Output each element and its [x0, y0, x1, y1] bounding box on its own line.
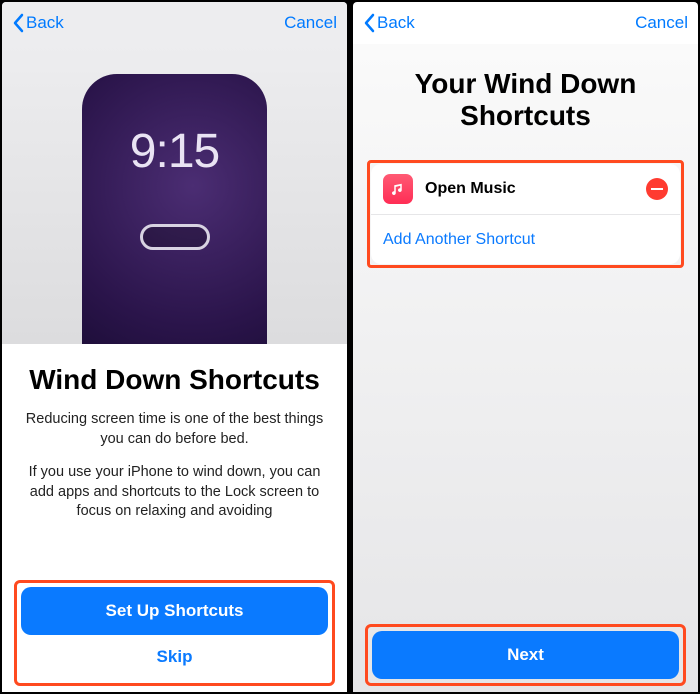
cancel-button[interactable]: Cancel	[635, 13, 688, 33]
lockscreen-illustration: 9:15	[82, 74, 267, 344]
navbar: Back Cancel	[353, 2, 698, 44]
music-app-icon	[383, 174, 413, 204]
back-label: Back	[377, 13, 415, 33]
navbar: Back Cancel	[2, 2, 347, 44]
screen-your-shortcuts: Back Cancel Your Wind Down Shortcuts Ope…	[353, 2, 698, 692]
chevron-left-icon	[363, 13, 375, 33]
lockscreen-clock: 9:15	[82, 124, 267, 179]
back-button[interactable]: Back	[12, 13, 64, 33]
back-label: Back	[26, 13, 64, 33]
add-another-link: Add Another Shortcut	[383, 231, 535, 249]
next-button[interactable]: Next	[372, 631, 679, 679]
content-area: Your Wind Down Shortcuts Open Music Add …	[353, 44, 698, 692]
setup-shortcuts-button[interactable]: Set Up Shortcuts	[21, 587, 328, 635]
footer-actions: Set Up Shortcuts Skip	[14, 580, 335, 686]
add-shortcut-row[interactable]: Add Another Shortcut	[371, 214, 680, 264]
skip-button[interactable]: Skip	[21, 635, 328, 679]
lockscreen-pill-icon	[140, 224, 210, 250]
description-2: If you use your iPhone to wind down, you…	[20, 463, 329, 522]
footer-actions: Next	[365, 624, 686, 686]
page-title: Your Wind Down Shortcuts	[367, 68, 684, 132]
remove-shortcut-button[interactable]	[646, 178, 668, 200]
chevron-left-icon	[12, 13, 24, 33]
cancel-button[interactable]: Cancel	[284, 13, 337, 33]
hero-illustration: 9:15	[2, 44, 347, 344]
shortcut-label: Open Music	[425, 180, 646, 198]
shortcut-list-highlight: Open Music Add Another Shortcut	[367, 160, 684, 268]
back-button[interactable]: Back	[363, 13, 415, 33]
page-title: Wind Down Shortcuts	[20, 364, 329, 396]
description-1: Reducing screen time is one of the best …	[20, 410, 329, 449]
shortcut-row[interactable]: Open Music	[371, 164, 680, 214]
screen-wind-down-intro: Back Cancel 9:15 Wind Down Shortcuts Red…	[2, 2, 347, 692]
shortcut-list: Open Music Add Another Shortcut	[371, 164, 680, 264]
